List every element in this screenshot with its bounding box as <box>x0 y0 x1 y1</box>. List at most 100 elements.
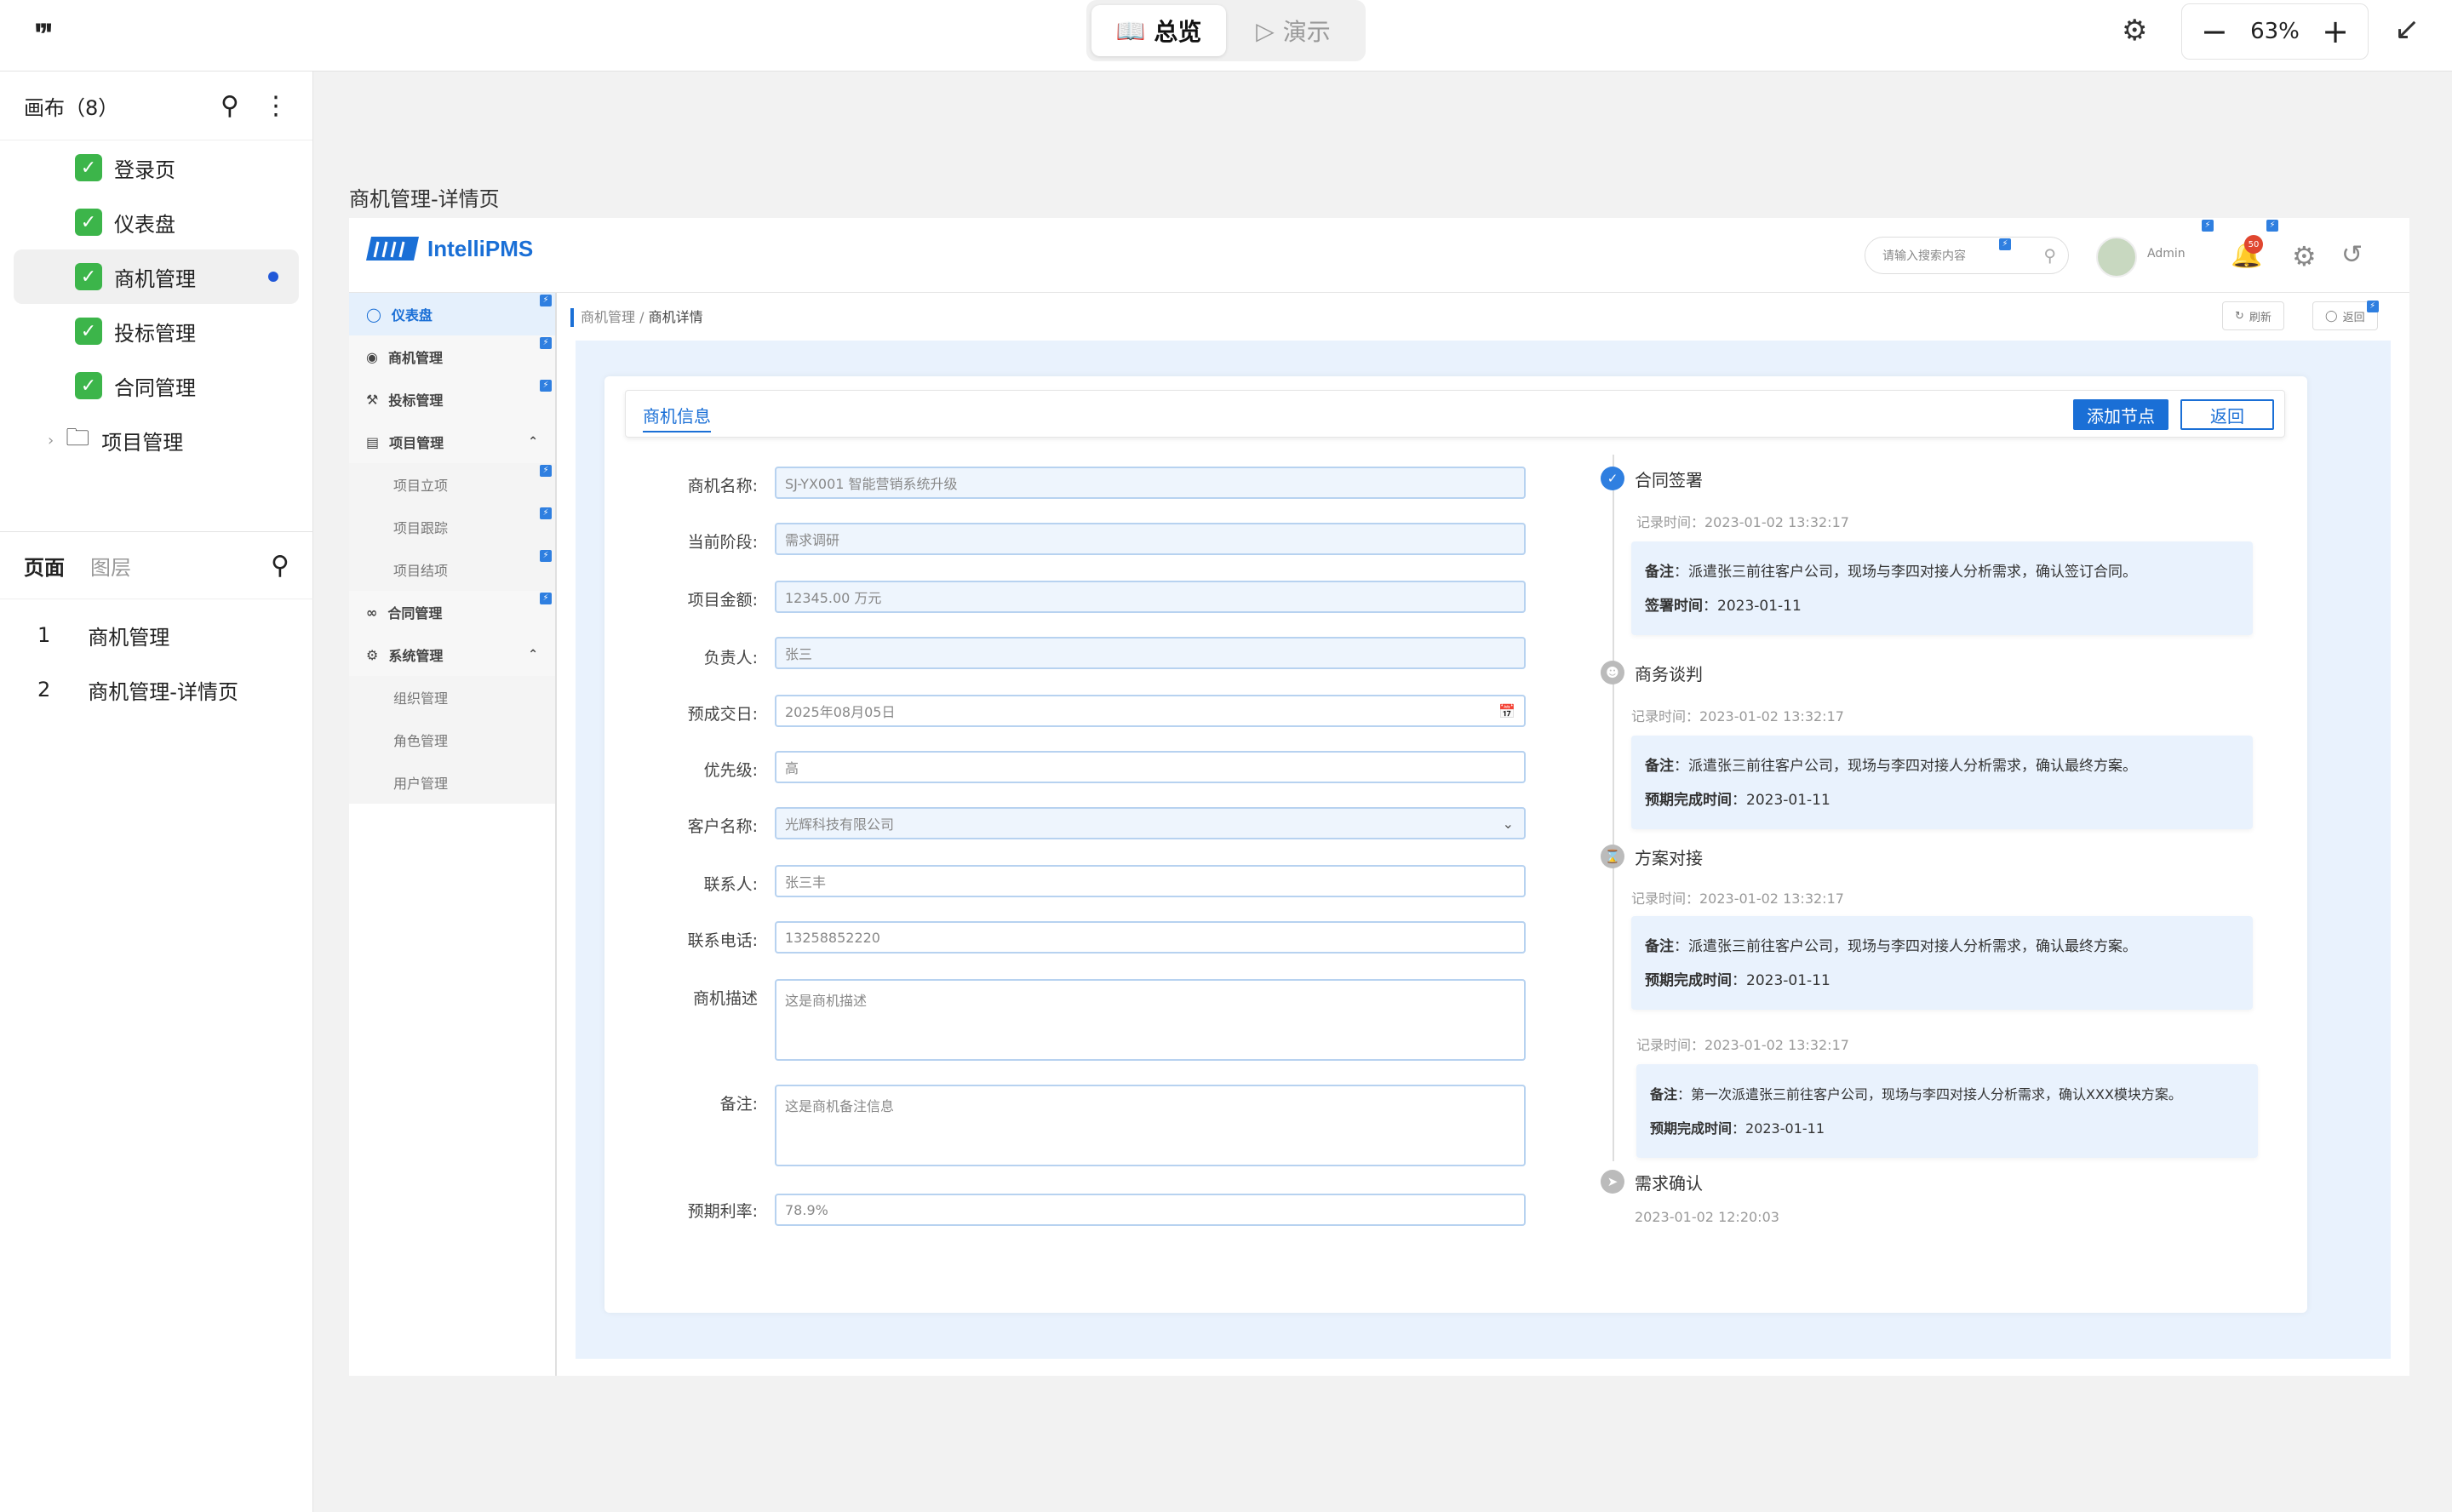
nav-org[interactable]: 组织管理 <box>349 676 555 719</box>
check-icon: ✓ <box>75 372 102 399</box>
phone-field[interactable]: 13258852220 <box>775 921 1526 954</box>
refresh-button[interactable]: ↻ 刷新 <box>2222 301 2284 330</box>
nav-label: 项目结项 <box>393 563 449 579</box>
contact-field[interactable]: 张三丰 <box>775 865 1526 897</box>
frame-title[interactable]: 商机管理-详情页 <box>349 182 500 212</box>
nav-dashboard[interactable]: ◯ 仪表盘 ⚡ <box>349 293 555 335</box>
nav-label: 角色管理 <box>393 733 449 749</box>
amount-field[interactable]: 12345.00 万元 <box>775 581 1526 613</box>
description-textarea[interactable]: 这是商机描述 <box>775 979 1526 1061</box>
page-item[interactable]: 1 商机管理 <box>0 608 313 662</box>
page-label: 商机管理 <box>88 625 170 650</box>
nav-project[interactable]: ▤ 项目管理 ⌃ <box>349 421 555 463</box>
remark-textarea[interactable]: 这是商机备注信息 <box>775 1085 1526 1166</box>
gear-icon[interactable]: ⚙ <box>2292 240 2317 272</box>
back-top-button[interactable]: ◯ 返回 ⚡ <box>2312 301 2379 330</box>
field-label: 负责人: <box>703 649 758 667</box>
sliders-icon[interactable]: ⚙ <box>2122 14 2147 48</box>
canvas-item-label: 投标管理 <box>114 321 196 346</box>
mode-overview-label: 总览 <box>1154 18 1202 46</box>
canvas-item-contract[interactable]: ✓ 合同管理 <box>14 358 299 413</box>
canvas-item-opportunity[interactable]: ✓ 商机管理 <box>14 249 299 304</box>
zoom-level[interactable]: 63% <box>2250 19 2300 44</box>
timeline-time: 记录时间：2023-01-02 13:32:17 <box>1631 891 1844 907</box>
canvas-item-dashboard[interactable]: ✓ 仪表盘 <box>14 195 299 249</box>
timeline-title: 合同签署 <box>1635 470 1703 490</box>
canvas-header-title: 画布（8） <box>24 95 119 120</box>
canvas-folder-project[interactable]: › 🗀 项目管理 <box>14 413 299 467</box>
nav-project-init[interactable]: 项目立项 ⚡ <box>349 463 555 506</box>
page-number: 2 <box>37 678 51 702</box>
design-frame: IntelliPMS 请输入搜索内容 ⚲ ⚡ Admin ⚡ ⚡ 🔔 50 ⚙ … <box>349 218 2409 1376</box>
logout-icon[interactable]: ↺ <box>2341 240 2363 270</box>
nav-project-close[interactable]: 项目结项 ⚡ <box>349 548 555 591</box>
search-icon[interactable]: ⚲ <box>221 91 239 121</box>
timeline-line <box>1613 455 1614 1161</box>
note-key: 备注 <box>1645 758 1674 775</box>
field-label: 商机描述 <box>692 989 758 1008</box>
page-item[interactable]: 2 商机管理-详情页 <box>0 662 313 717</box>
timeline-title: 需求确认 <box>1635 1173 1703 1194</box>
customer-select[interactable]: 光辉科技有限公司 ⌄ <box>775 807 1526 839</box>
breadcrumb-current: 商机详情 <box>648 309 703 325</box>
tab-pages[interactable]: 页面 <box>24 551 65 581</box>
canvas-item-label: 登录页 <box>114 158 175 182</box>
tab-layers[interactable]: 图层 <box>90 551 131 581</box>
calendar-icon[interactable]: 📅 <box>1498 703 1515 719</box>
bolt-icon: ⚡ <box>2366 301 2379 312</box>
nav-contract[interactable]: ∞ 合同管理 ⚡ <box>349 591 555 633</box>
check-icon: ✓ <box>75 209 102 236</box>
canvas-item-label: 合同管理 <box>114 375 196 400</box>
timeline-note: 备注：派遣张三前往客户公司，现场与李四对接人分析需求，确认最终方案。 <box>1645 930 2239 964</box>
nav-label: 项目立项 <box>393 478 449 494</box>
search-icon[interactable]: ⚲ <box>271 551 289 581</box>
avatar[interactable] <box>2096 237 2137 278</box>
send-icon: ➤ <box>1601 1170 1624 1194</box>
priority-field[interactable]: 高 <box>775 751 1526 783</box>
detail-card: 商机信息 添加节点 返回 商机名称: SJ-YX001 智能营销系统升级 当前阶… <box>604 376 2307 1313</box>
margin-field[interactable]: 78.9% <box>775 1194 1526 1226</box>
opportunity-name-field[interactable]: SJ-YX001 智能营销系统升级 <box>775 467 1526 499</box>
nav-opportunity[interactable]: ◉ 商机管理 ⚡ <box>349 335 555 378</box>
owner-field[interactable]: 张三 <box>775 637 1526 669</box>
nav-project-track[interactable]: 项目跟踪 ⚡ <box>349 506 555 548</box>
bolt-icon: ⚡ <box>540 593 552 604</box>
bolt-icon: ⚡ <box>540 295 552 306</box>
breadcrumb-parent[interactable]: 商机管理 <box>581 309 635 325</box>
canvas-header: 画布（8） ⚲ ⋮ <box>0 72 312 140</box>
chevron-right-icon[interactable]: › <box>48 432 54 450</box>
user-name[interactable]: Admin <box>2147 247 2186 261</box>
mode-present-tab[interactable]: ▷ 演示 <box>1226 5 1361 56</box>
tab-opportunity-info[interactable]: 商机信息 <box>643 403 711 432</box>
more-icon[interactable]: ⋮ <box>263 91 289 121</box>
bolt-icon: ⚡ <box>2266 220 2278 232</box>
mode-overview-tab[interactable]: 📖 总览 <box>1091 5 1226 56</box>
search-input[interactable]: 请输入搜索内容 ⚲ <box>1865 237 2069 274</box>
note-key: 备注 <box>1650 1086 1678 1102</box>
close-date-field[interactable]: 2025年08月05日 📅 <box>775 695 1526 727</box>
zoom-out-button[interactable]: − <box>2201 15 2228 48</box>
chevron-up-icon[interactable]: ⌃ <box>528 648 538 662</box>
refresh-icon: ↻ <box>2235 309 2244 323</box>
canvas-item-bidding[interactable]: ✓ 投标管理 <box>14 304 299 358</box>
note-key: 备注 <box>1645 938 1674 955</box>
customer-value: 光辉科技有限公司 <box>785 816 895 833</box>
check-icon: ✓ <box>75 263 102 290</box>
collapse-icon[interactable]: ↙ <box>2394 12 2420 47</box>
brand-logo-icon <box>366 237 419 261</box>
nav-role[interactable]: 角色管理 <box>349 719 555 761</box>
app-logo[interactable]: 'ʼ' <box>34 17 53 55</box>
zoom-in-button[interactable]: + <box>2322 15 2349 48</box>
canvas-item-login[interactable]: ✓ 登录页 <box>14 140 299 195</box>
zoom-control: − 63% + <box>2181 3 2369 60</box>
page-list: 1 商机管理 2 商机管理-详情页 <box>0 608 313 717</box>
date-text: ：2023-01-11 <box>1732 972 1830 989</box>
timeline-time: 记录时间：2023-01-02 13:32:17 <box>1636 514 1849 530</box>
mode-present-label: 演示 <box>1282 18 1331 46</box>
chevron-up-icon[interactable]: ⌃ <box>528 435 538 449</box>
nav-system[interactable]: ⚙ 系统管理 ⌃ <box>349 633 555 676</box>
bolt-icon: ⚡ <box>1999 238 2011 250</box>
stage-field[interactable]: 需求调研 <box>775 523 1526 555</box>
nav-user[interactable]: 用户管理 <box>349 761 555 804</box>
nav-bidding[interactable]: ⚒ 投标管理 ⚡ <box>349 378 555 421</box>
